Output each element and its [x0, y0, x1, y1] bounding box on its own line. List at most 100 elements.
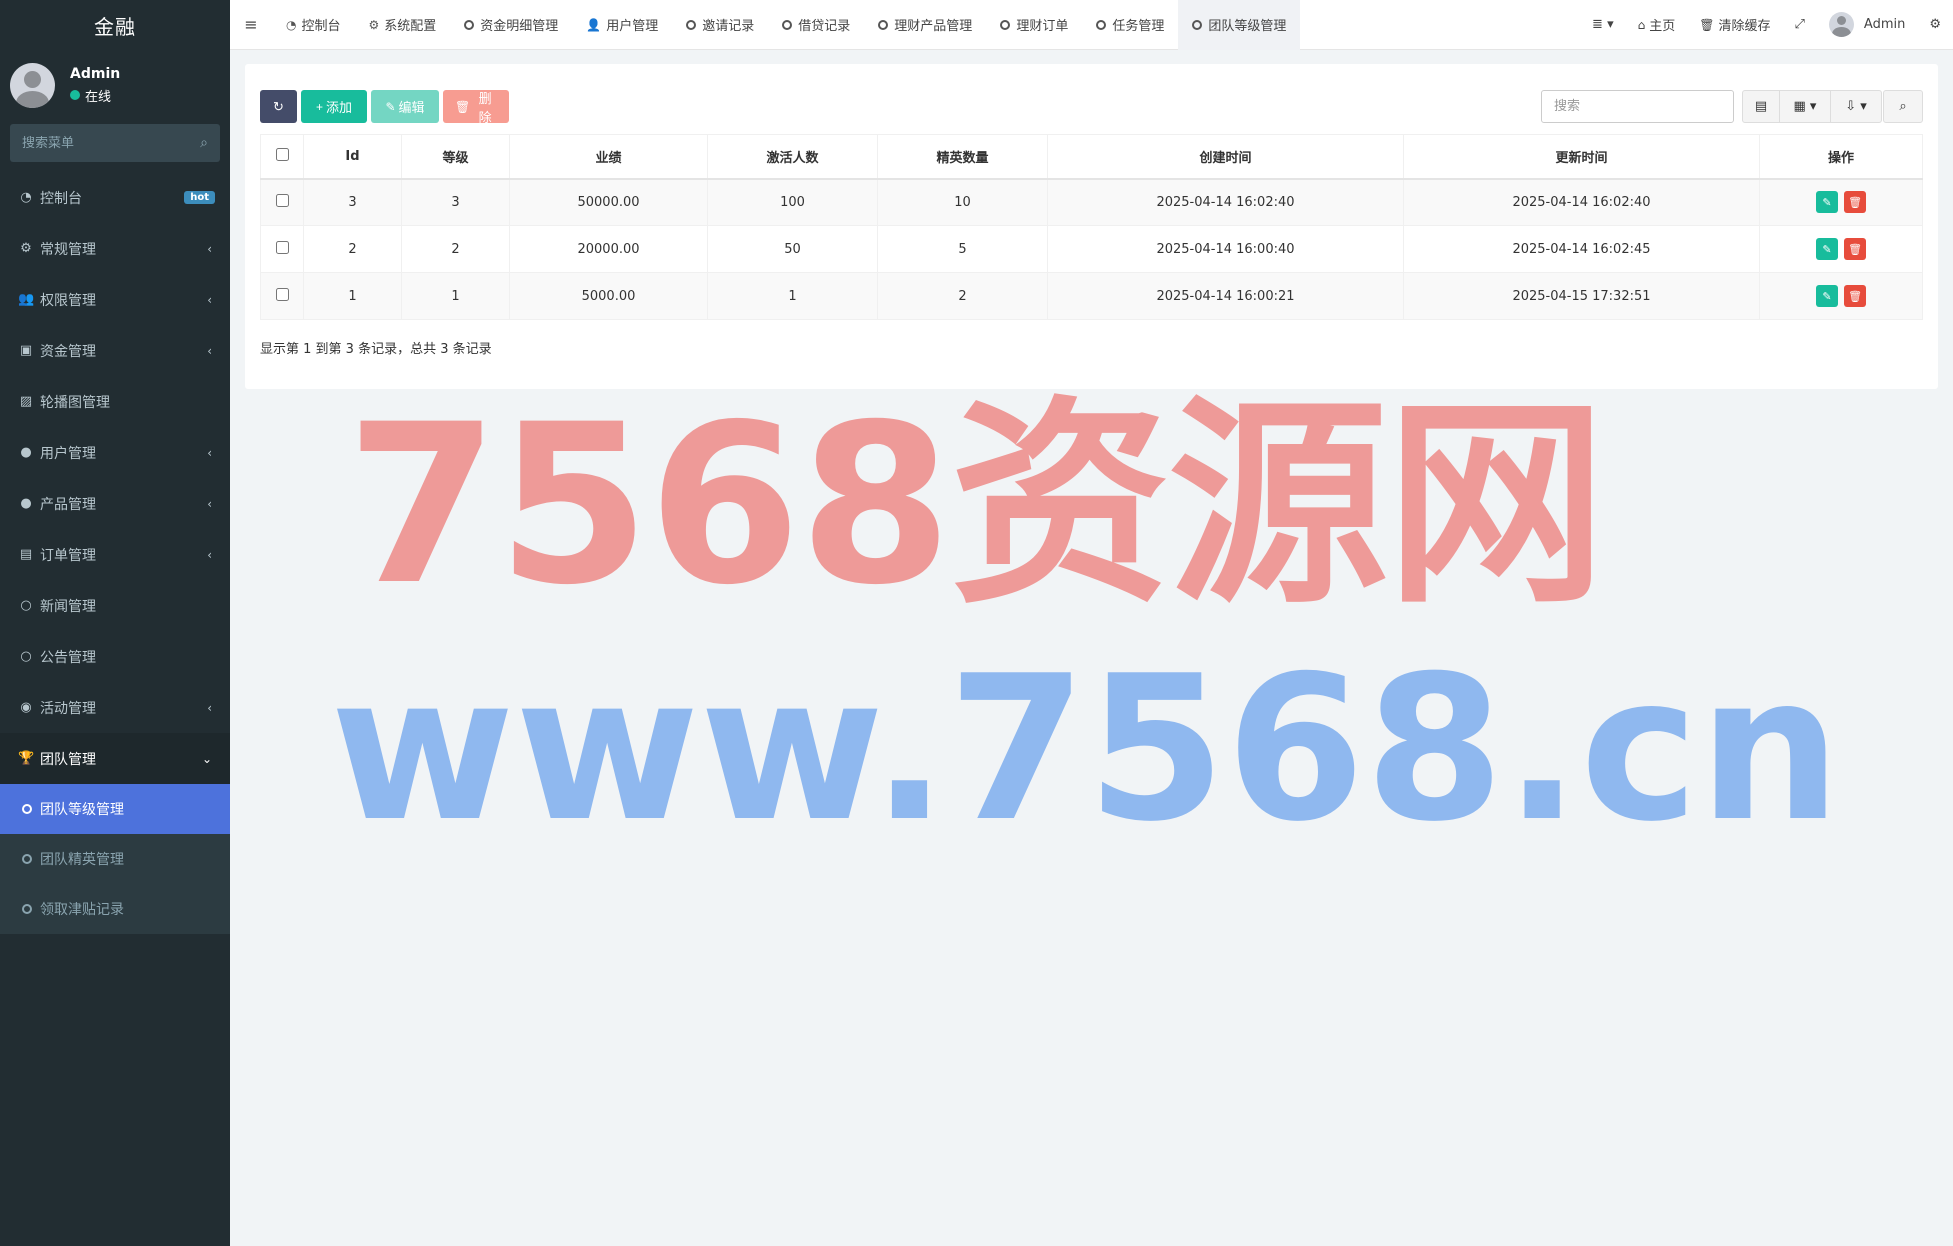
cell-activated: 100	[707, 178, 878, 226]
column-header[interactable]: 等级	[401, 134, 510, 180]
cell-updated-at: 2025-04-14 16:02:40	[1403, 178, 1760, 226]
sidebar-subitem-team-elite[interactable]: 团队精英管理	[0, 834, 230, 884]
tab-team-levels[interactable]: 团队等级管理	[1178, 0, 1301, 50]
row-checkbox[interactable]	[275, 240, 289, 254]
column-header[interactable]: 精英数量	[877, 134, 1048, 180]
tab-dashboard[interactable]: ◔ 控制台	[272, 0, 355, 50]
tab-invite-records[interactable]: 邀请记录	[672, 0, 768, 50]
column-header[interactable]: 创建时间	[1047, 134, 1404, 180]
table-row[interactable]: 1 1 5000.00 1 2 2025-04-14 16:00:21 2025…	[260, 272, 1923, 320]
chevron-down-icon: ⌄	[201, 751, 212, 766]
refresh-button[interactable]: ↻	[260, 90, 297, 123]
trash-icon: 🗑	[455, 99, 471, 114]
tab-task-management[interactable]: 任务管理	[1082, 0, 1178, 50]
cell-created-at: 2025-04-14 16:02:40	[1047, 178, 1404, 226]
sidebar-item-news[interactable]: ○ 新闻管理	[0, 580, 230, 631]
online-status-icon	[70, 90, 80, 100]
sidebar-item-products[interactable]: ● 产品管理 ‹	[0, 478, 230, 529]
column-header[interactable]: Id	[303, 134, 402, 180]
cell-elite-count: 10	[877, 178, 1048, 226]
row-delete-icon[interactable]: 🗑	[1844, 285, 1867, 307]
admin-menu[interactable]: Admin	[1817, 12, 1917, 37]
user-name: Admin	[70, 65, 121, 82]
cell-updated-at: 2025-04-14 16:02:45	[1403, 225, 1760, 273]
product-icon: ●	[20, 496, 32, 511]
cell-elite-count: 2	[877, 272, 1048, 320]
sidebar-item-orders[interactable]: ▤ 订单管理 ‹	[0, 529, 230, 580]
list-icon: ▤	[19, 547, 33, 562]
tab-wealth-products[interactable]: 理财产品管理	[864, 0, 986, 50]
sidebar-item-general[interactable]: ⚙ 常规管理 ‹	[0, 223, 230, 274]
tab-user-management[interactable]: 👤 用户管理	[572, 0, 672, 50]
toggle-view-icon[interactable]: ▤	[1742, 90, 1780, 123]
row-edit-icon[interactable]: ✎	[1815, 285, 1838, 307]
advanced-search-icon[interactable]: ⌕	[1883, 90, 1923, 123]
sidebar-item-funds[interactable]: ▣ 资金管理 ‹	[0, 325, 230, 376]
menu-toggle-icon[interactable]: ≡	[230, 15, 272, 34]
users-icon: 👥	[18, 292, 35, 307]
select-all-checkbox[interactable]	[275, 147, 289, 161]
sidebar-item-activities[interactable]: ◉ 活动管理 ‹	[0, 682, 230, 733]
circle-icon	[878, 19, 889, 30]
sidebar-search-input[interactable]	[22, 135, 182, 151]
chevron-left-icon: ‹	[207, 292, 212, 307]
tab-wealth-orders[interactable]: 理财订单	[986, 0, 1082, 50]
cell-actions: ✎ 🗑	[1759, 178, 1923, 226]
add-button[interactable]: + 添加	[301, 90, 367, 123]
sidebar-item-users[interactable]: ● 用户管理 ‹	[0, 427, 230, 478]
tab-system-config[interactable]: ⚙ 系统配置	[355, 0, 451, 50]
cell-activated: 50	[707, 225, 878, 273]
circle-icon	[1096, 19, 1107, 30]
search-icon[interactable]: ⌕	[200, 135, 208, 151]
export-dropdown-icon[interactable]: ⇩ ▾	[1830, 90, 1882, 123]
delete-button[interactable]: 🗑 删除	[443, 90, 509, 125]
circle-icon	[1000, 19, 1011, 30]
column-header[interactable]: 业绩	[509, 134, 708, 180]
dashboard-icon: ◔	[20, 190, 32, 205]
home-link[interactable]: ⌂ 主页	[1626, 15, 1688, 35]
table-search-input[interactable]	[1541, 90, 1734, 123]
sidebar-item-carousel[interactable]: ▨ 轮播图管理	[0, 376, 230, 427]
table-row[interactable]: 3 3 50000.00 100 10 2025-04-14 16:02:40 …	[260, 178, 1923, 226]
sidebar-subitem-team-levels[interactable]: 团队等级管理	[0, 784, 230, 834]
sidebar-item-permissions[interactable]: 👥 权限管理 ‹	[0, 274, 230, 325]
sidebar-item-announcements[interactable]: ○ 公告管理	[0, 631, 230, 682]
cell-elite-count: 5	[877, 225, 1048, 273]
row-checkbox[interactable]	[275, 193, 289, 207]
column-header[interactable]: 更新时间	[1403, 134, 1760, 180]
cell-actions: ✎ 🗑	[1759, 272, 1923, 320]
cell-level: 1	[401, 272, 510, 320]
tab-loan-records[interactable]: 借贷记录	[768, 0, 864, 50]
row-delete-icon[interactable]: 🗑	[1844, 238, 1867, 260]
columns-dropdown-icon[interactable]: ▦ ▾	[1779, 90, 1831, 123]
table-row[interactable]: 2 2 20000.00 50 5 2025-04-14 16:00:40 20…	[260, 225, 1923, 273]
column-header[interactable]: 激活人数	[707, 134, 878, 180]
cell-id: 3	[303, 178, 402, 226]
table-view-tools: ▤ ▦ ▾ ⇩ ▾	[1742, 90, 1882, 123]
sidebar-search: ⌕	[10, 124, 220, 162]
sidebar-menu: ◔ 控制台 hot ⚙ 常规管理 ‹ 👥 权限管理 ‹ ▣ 资金管理 ‹ ▨ 轮…	[0, 172, 230, 784]
plus-icon: +	[315, 99, 323, 114]
sidebar-item-dashboard[interactable]: ◔ 控制台 hot	[0, 172, 230, 223]
cell-id: 2	[303, 225, 402, 273]
nav-menu-dropdown-icon[interactable]: ≣ ▾	[1580, 17, 1626, 32]
sidebar-subitem-allowance-records[interactable]: 领取津贴记录	[0, 884, 230, 934]
image-icon: ▨	[19, 394, 33, 409]
sidebar-item-team[interactable]: 🏆 团队管理 ⌄	[0, 733, 230, 784]
trash-icon: 🗑	[1699, 17, 1715, 32]
user-icon: 👤	[586, 17, 602, 32]
clear-cache-button[interactable]: 🗑 清除缓存	[1687, 15, 1782, 35]
app-logo[interactable]: 金融	[0, 0, 230, 50]
tab-fund-details[interactable]: 资金明细管理	[450, 0, 572, 50]
row-edit-icon[interactable]: ✎	[1815, 238, 1838, 260]
row-checkbox[interactable]	[275, 287, 289, 301]
sidebar: 金融 Admin 在线 ⌕ ◔ 控制台 hot ⚙ 常规管理 ‹ 👥 权限管理 …	[0, 0, 230, 1246]
trophy-icon: 🏆	[18, 751, 35, 766]
fullscreen-icon[interactable]: ⤢	[1783, 17, 1817, 32]
row-delete-icon[interactable]: 🗑	[1844, 191, 1867, 214]
row-edit-icon[interactable]: ✎	[1815, 191, 1838, 214]
settings-icon[interactable]: ⚙	[1917, 17, 1953, 32]
circle-icon	[22, 804, 32, 814]
user-circle-icon: ●	[20, 445, 32, 460]
edit-button[interactable]: ✎ 编辑	[371, 90, 439, 123]
